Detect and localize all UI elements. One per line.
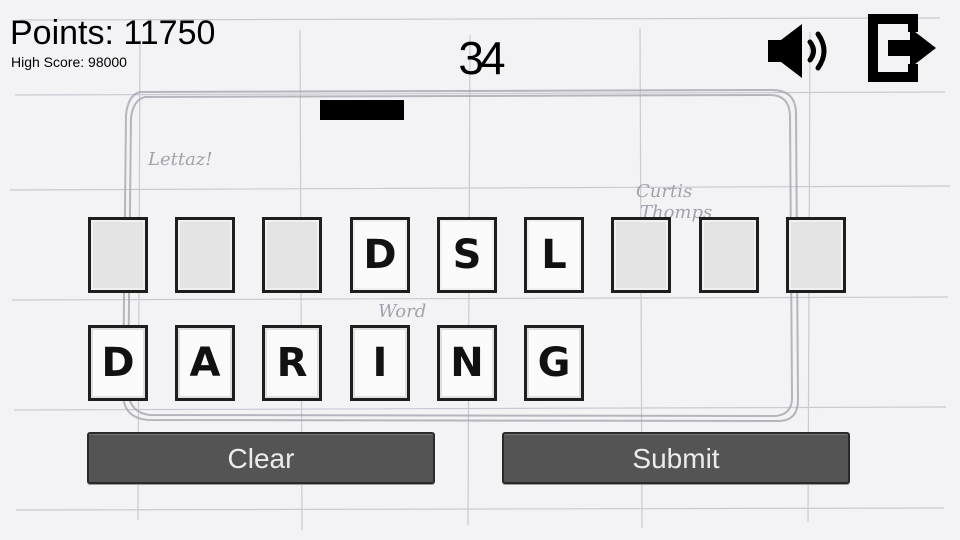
svg-text:Curtis: Curtis [636, 181, 692, 202]
answer-slot[interactable]: S [437, 217, 497, 293]
letter-tile[interactable]: A [175, 325, 235, 401]
answer-slot[interactable]: L [524, 217, 584, 293]
tile-letter: N [450, 340, 484, 386]
tile-letter: A [189, 340, 221, 386]
answer-slot[interactable] [262, 217, 322, 293]
points-display: Points: 11750 [10, 14, 216, 52]
tile-letter: I [372, 340, 388, 386]
svg-text:Lettaz!: Lettaz! [147, 149, 213, 170]
slot-letter: S [452, 232, 482, 278]
tile-letter: D [101, 340, 135, 386]
tile-letter: G [537, 340, 571, 386]
answer-slot[interactable] [786, 217, 846, 293]
answer-slot[interactable] [175, 217, 235, 293]
letter-tile[interactable]: N [437, 325, 497, 401]
svg-text:Word: Word [378, 301, 426, 322]
exit-door-icon [868, 14, 936, 82]
letter-tile[interactable]: D [88, 325, 148, 401]
timer-bar [320, 100, 506, 120]
answer-slot[interactable] [88, 217, 148, 293]
clear-button[interactable]: Clear [87, 432, 435, 484]
slot-letter: D [363, 232, 397, 278]
tile-letter: R [276, 340, 308, 386]
sound-toggle-button[interactable] [766, 22, 836, 80]
submit-button[interactable]: Submit [502, 432, 850, 484]
letter-tile[interactable]: G [524, 325, 584, 401]
answer-slot[interactable]: D [350, 217, 410, 293]
timer-bar-fill [320, 100, 404, 120]
speaker-volume-icon [768, 24, 827, 78]
letter-tile[interactable]: I [350, 325, 410, 401]
countdown-timer: 34 [458, 32, 505, 84]
answer-slot[interactable] [611, 217, 671, 293]
slot-letter: L [541, 232, 567, 278]
high-score-display: High Score: 98000 [11, 54, 127, 70]
answer-slot[interactable] [699, 217, 759, 293]
exit-button[interactable] [864, 12, 940, 84]
letter-tile[interactable]: R [262, 325, 322, 401]
